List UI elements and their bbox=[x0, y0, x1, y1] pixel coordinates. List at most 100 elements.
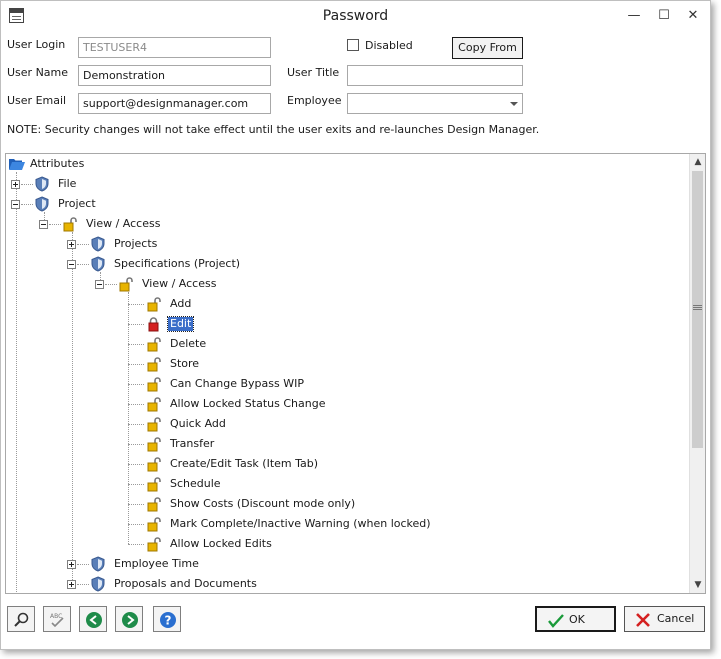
tree-node-label: Transfer bbox=[170, 437, 215, 450]
tree-node-permission[interactable]: Add bbox=[118, 294, 678, 314]
forward-arrow-icon bbox=[122, 612, 138, 628]
bottom-toolbar: ABC ? OK Cancel bbox=[1, 598, 710, 648]
open-lock-icon bbox=[146, 516, 162, 532]
user-login-field[interactable]: TESTUSER4 bbox=[78, 37, 271, 58]
collapse-icon[interactable] bbox=[95, 280, 104, 289]
next-button[interactable] bbox=[115, 606, 143, 632]
tree-node-permission[interactable]: Delete bbox=[118, 334, 678, 354]
tree-node-label: Mark Complete/Inactive Warning (when loc… bbox=[170, 517, 431, 530]
tree-scrollbar[interactable]: ▲ ▼ bbox=[689, 154, 705, 593]
tree-node-label: Specifications (Project) bbox=[114, 257, 241, 270]
svg-text:?: ? bbox=[165, 614, 172, 628]
tree-node-label: View / Access bbox=[86, 217, 161, 230]
close-button[interactable]: ✕ bbox=[680, 5, 706, 27]
tree-node-employee-time[interactable]: Employee Time bbox=[62, 554, 682, 574]
cancel-button-label: Cancel bbox=[657, 612, 695, 625]
open-lock-icon bbox=[118, 276, 134, 292]
scroll-up-arrow[interactable]: ▲ bbox=[690, 154, 705, 170]
shield-icon bbox=[90, 556, 106, 572]
expand-icon[interactable] bbox=[67, 560, 76, 569]
collapse-icon[interactable] bbox=[67, 260, 76, 269]
previous-button[interactable] bbox=[79, 606, 107, 632]
tree-node-label: Projects bbox=[114, 237, 158, 250]
tree-node-permission[interactable]: Schedule bbox=[118, 474, 678, 494]
scroll-grip-icon bbox=[693, 305, 702, 306]
tree-node-label: Project bbox=[58, 197, 96, 210]
tree-node-permission[interactable]: Transfer bbox=[118, 434, 678, 454]
tree-node-permission[interactable]: Create/Edit Task (Item Tab) bbox=[118, 454, 678, 474]
tree-node-permission[interactable]: Can Change Bypass WIP bbox=[118, 374, 678, 394]
tree-connector bbox=[72, 232, 73, 582]
help-button[interactable]: ? bbox=[153, 606, 181, 632]
open-lock-icon bbox=[146, 396, 162, 412]
tree-node-projects[interactable]: Projects bbox=[62, 234, 682, 254]
tree-node-project-view-access[interactable]: View / Access bbox=[34, 214, 684, 234]
checkmark-icon bbox=[548, 614, 564, 628]
tree-node-permission[interactable]: Allow Locked Edits bbox=[118, 534, 678, 554]
shield-icon bbox=[34, 196, 50, 212]
disabled-label: Disabled bbox=[365, 39, 413, 52]
tree-node-label: Add bbox=[170, 297, 192, 310]
tree-node-label: View / Access bbox=[142, 277, 217, 290]
cancel-button[interactable]: Cancel bbox=[624, 606, 705, 632]
open-lock-icon bbox=[62, 216, 78, 232]
scroll-thumb[interactable] bbox=[692, 171, 703, 448]
expand-icon[interactable] bbox=[67, 240, 76, 249]
collapse-icon[interactable] bbox=[11, 200, 20, 209]
password-window: Password — ☐ ✕ User Login TESTUSER4 User… bbox=[0, 0, 711, 650]
employee-combobox[interactable] bbox=[347, 93, 523, 114]
back-arrow-icon bbox=[86, 612, 102, 628]
scroll-down-arrow[interactable]: ▼ bbox=[690, 577, 705, 593]
user-email-field[interactable]: support@designmanager.com bbox=[78, 93, 271, 114]
tree-node-label: Proposals and Documents bbox=[114, 577, 257, 590]
attributes-tree[interactable]: Attributes File Project View / Access Pr… bbox=[5, 153, 706, 594]
disabled-checkbox[interactable] bbox=[347, 39, 359, 51]
security-note: NOTE: Security changes will not take eff… bbox=[7, 123, 540, 136]
tree-node-permission-selected[interactable]: Edit bbox=[118, 314, 678, 334]
tree-node-label: Can Change Bypass WIP bbox=[170, 377, 304, 390]
ok-button[interactable]: OK bbox=[535, 606, 616, 632]
tree-node-permission[interactable]: Store bbox=[118, 354, 678, 374]
tree-node-spec-view-access[interactable]: View / Access bbox=[90, 274, 680, 294]
expand-icon[interactable] bbox=[11, 180, 20, 189]
tree-node-attributes[interactable]: Attributes bbox=[6, 154, 686, 174]
tree-node-label: Delete bbox=[170, 337, 207, 350]
tree-node-label: Allow Locked Status Change bbox=[170, 397, 326, 410]
shield-icon bbox=[90, 236, 106, 252]
tree-node-project[interactable]: Project bbox=[6, 194, 686, 214]
open-lock-icon bbox=[146, 536, 162, 552]
ok-button-label: OK bbox=[569, 613, 585, 626]
copy-from-button[interactable]: Copy From bbox=[452, 37, 523, 59]
user-title-field[interactable] bbox=[347, 65, 523, 86]
help-icon: ? bbox=[160, 612, 176, 628]
shield-icon bbox=[90, 256, 106, 272]
spell-check-button[interactable]: ABC bbox=[43, 606, 71, 632]
maximize-button[interactable]: ☐ bbox=[651, 5, 677, 27]
open-lock-icon bbox=[146, 296, 162, 312]
user-title-label: User Title bbox=[287, 66, 340, 79]
tree-node-label: Employee Time bbox=[114, 557, 199, 570]
tree-node-specifications[interactable]: Specifications (Project) bbox=[62, 254, 682, 274]
tree-node-permission[interactable]: Allow Locked Status Change bbox=[118, 394, 678, 414]
tree-node-label: File bbox=[58, 177, 77, 190]
tree-node-label: Attributes bbox=[30, 157, 85, 170]
svg-text:ABC: ABC bbox=[50, 613, 62, 620]
tree-node-permission[interactable]: Show Costs (Discount mode only) bbox=[118, 494, 678, 514]
shield-icon bbox=[90, 576, 106, 592]
tree-node-permission[interactable]: Quick Add bbox=[118, 414, 678, 434]
search-button[interactable] bbox=[7, 606, 35, 632]
tree-node-label: Create/Edit Task (Item Tab) bbox=[170, 457, 319, 470]
open-lock-icon bbox=[146, 356, 162, 372]
minimize-button[interactable]: — bbox=[621, 5, 647, 27]
user-login-label: User Login bbox=[7, 38, 66, 51]
tree-node-permission[interactable]: Mark Complete/Inactive Warning (when loc… bbox=[118, 514, 678, 534]
magnifier-icon bbox=[14, 612, 29, 627]
expand-icon[interactable] bbox=[67, 580, 76, 589]
user-name-field[interactable]: Demonstration bbox=[78, 65, 271, 86]
tree-node-file[interactable]: File bbox=[6, 174, 686, 194]
collapse-icon[interactable] bbox=[39, 220, 48, 229]
tree-node-label: Allow Locked Edits bbox=[170, 537, 272, 550]
red-x-icon bbox=[636, 613, 650, 627]
tree-node-label: Quick Add bbox=[170, 417, 226, 430]
tree-node-proposals[interactable]: Proposals and Documents bbox=[62, 574, 682, 593]
